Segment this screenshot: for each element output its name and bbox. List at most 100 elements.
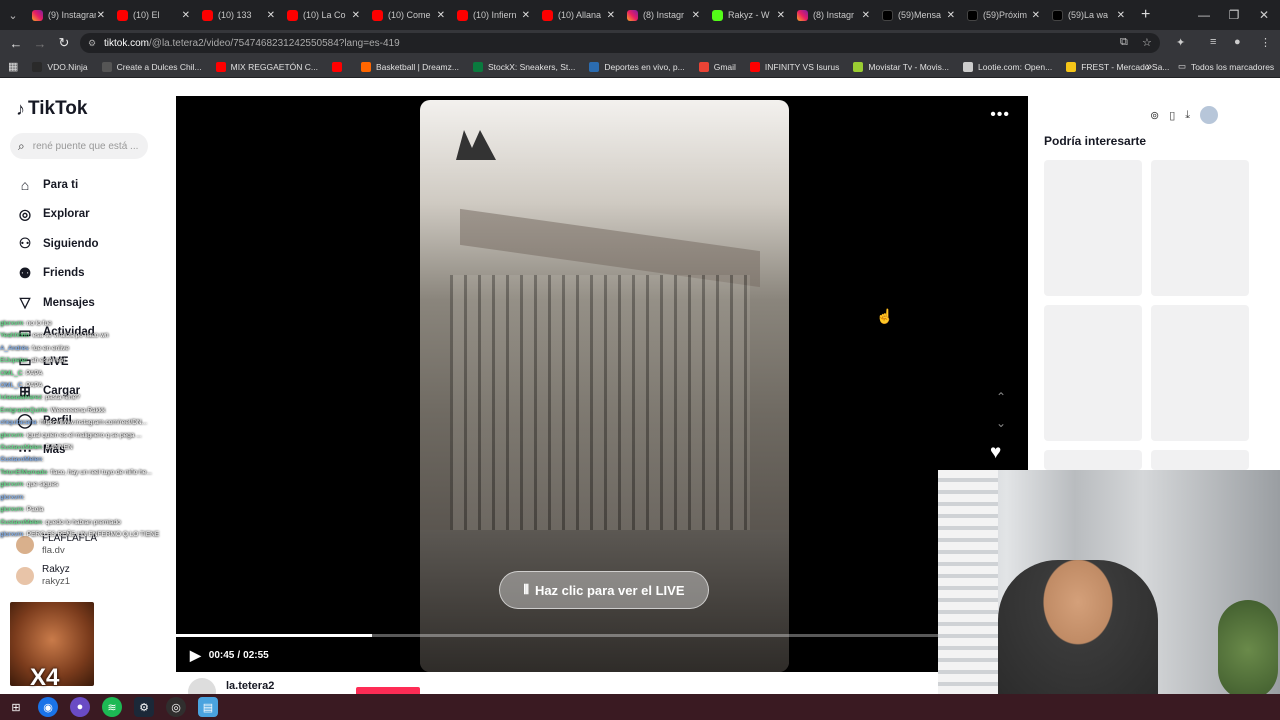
browser-tab-11[interactable]: (59)Próxim ✕ <box>961 0 1046 30</box>
tab-close-icon[interactable]: ✕ <box>437 10 445 21</box>
bookmark-item-5[interactable]: StockX: Sneakers, St... <box>472 61 575 72</box>
tab-close-icon[interactable]: ✕ <box>862 10 870 21</box>
sidebar-item-mensajes[interactable]: ▽ Mensajes <box>16 288 99 318</box>
following-account-1[interactable]: Rakyz rakyz1 <box>16 564 70 587</box>
browser-tab-12[interactable]: (59)La wa ✕ <box>1046 0 1131 30</box>
recommend-card[interactable] <box>1044 450 1142 470</box>
browser-tab-10[interactable]: (59)Mensa ✕ <box>876 0 961 30</box>
media-icon[interactable]: ≡ <box>1210 36 1216 48</box>
sidebar-item-explorar[interactable]: ◎ Explorar <box>16 200 99 230</box>
sidebar-item-para-ti[interactable]: ⌂ Para ti <box>16 170 99 200</box>
bookmark-item-0[interactable]: VDO.Ninja <box>32 61 88 72</box>
author-name[interactable]: la.tetera2 <box>226 680 274 692</box>
youtube-favicon-icon <box>542 9 553 21</box>
sidebar-item-siguiendo[interactable]: ⚇ Siguiendo <box>16 229 99 259</box>
browser-tab-6[interactable]: (10) Allana ✕ <box>536 0 621 30</box>
browser-tab-3[interactable]: (10) La Co ✕ <box>281 0 366 30</box>
recommend-card[interactable] <box>1151 305 1249 441</box>
tab-title: (10) Infiern <box>473 10 517 20</box>
reload-icon[interactable]: ↻ <box>52 35 76 51</box>
browser-tab-5[interactable]: (10) Infiern ✕ <box>451 0 536 30</box>
user-avatar[interactable] <box>1200 106 1219 124</box>
like-heart-icon[interactable]: ♥ <box>990 442 1001 464</box>
kebab-menu-icon[interactable]: ⋮ <box>1260 36 1271 49</box>
chrome-icon[interactable]: ◉ <box>38 697 58 717</box>
tab-close-icon[interactable]: ✕ <box>182 10 190 21</box>
sidebar-item-m-s[interactable]: ⋯ Más <box>16 436 99 466</box>
search-input[interactable]: ⌕ rené puente que está ... <box>10 133 148 159</box>
play-icon[interactable]: ▶ <box>190 647 201 664</box>
following-account-0[interactable]: FLAFLAFLA fla.dv <box>16 533 97 556</box>
app-icon[interactable]: ● <box>70 697 90 717</box>
bookmark-item-10[interactable]: Lootie.com: Open... <box>963 61 1052 72</box>
close-window-icon[interactable]: ✕ <box>1248 0 1280 30</box>
download-icon[interactable]: ⤓ <box>1185 109 1190 122</box>
notepad-icon[interactable]: ▤ <box>198 697 218 717</box>
new-tab-button[interactable]: + <box>1131 6 1160 24</box>
sidebar-item-cargar[interactable]: ⊞ Cargar <box>16 377 99 407</box>
extensions-icon[interactable]: ✦ <box>1176 36 1185 49</box>
tab-close-icon[interactable]: ✕ <box>97 10 105 21</box>
recommend-card[interactable] <box>1044 305 1142 441</box>
spotify-icon[interactable]: ≋ <box>102 697 122 717</box>
tab-close-icon[interactable]: ✕ <box>352 10 360 21</box>
site-info-icon[interactable]: ⚙ <box>88 38 96 49</box>
sidebar-item-actividad[interactable]: ▭ Actividad <box>16 318 99 348</box>
video-player[interactable]: ⫴ Haz clic para ver el LIVE ▶ 00:45/02:55… <box>176 96 1028 672</box>
forward-icon[interactable]: → <box>28 36 52 51</box>
profile-avatar-icon[interactable]: ● <box>1234 36 1241 48</box>
browser-tab-4[interactable]: (10) Come ✕ <box>366 0 451 30</box>
tab-close-icon[interactable]: ✕ <box>1117 10 1125 21</box>
browser-tab-2[interactable]: (10) 133 ✕ <box>196 0 281 30</box>
tab-close-icon[interactable]: ✕ <box>522 10 530 21</box>
minimize-icon[interactable]: — <box>1188 0 1220 30</box>
browser-tab-9[interactable]: (8) Instagr ✕ <box>791 0 876 30</box>
bookmark-item-1[interactable]: Create a Dulces Chil... <box>101 61 202 72</box>
video-frame[interactable]: ⫴ Haz clic para ver el LIVE <box>420 100 789 672</box>
tab-close-icon[interactable]: ✕ <box>1032 10 1040 21</box>
recommend-card[interactable] <box>1151 450 1249 470</box>
bookmark-item-11[interactable]: FREST - Mercado Sa... <box>1066 61 1169 72</box>
tab-close-icon[interactable]: ✕ <box>607 10 615 21</box>
back-icon[interactable]: ← <box>4 36 28 51</box>
bookmark-item-4[interactable]: Basketball | Dreamz... <box>360 61 459 72</box>
steam-icon[interactable]: ⚙ <box>134 697 154 717</box>
previous-video-icon[interactable]: ⌃ <box>996 390 1006 404</box>
tab-close-icon[interactable]: ✕ <box>777 10 785 21</box>
all-bookmarks-folder[interactable]: ▭ Todos los marcadores <box>1178 61 1274 72</box>
device-icon[interactable]: ▯ <box>1169 109 1175 122</box>
sidebar-item-perfil[interactable]: ◯ Perfil <box>16 406 99 436</box>
bookmark-item-2[interactable]: MIX REGGAETÓN C... <box>215 61 318 72</box>
tiktok-logo[interactable]: ♪ TikTok <box>16 98 87 120</box>
browser-tab-8[interactable]: Rakyz - W ✕ <box>706 0 791 30</box>
cast-icon[interactable]: ⧉ <box>1120 36 1128 49</box>
sidebar-item-friends[interactable]: ⚉ Friends <box>16 259 99 289</box>
more-bookmarks-icon[interactable]: » <box>1146 61 1152 73</box>
watch-live-button[interactable]: ⫴ Haz clic para ver el LIVE <box>499 571 709 609</box>
windows-start-icon[interactable]: ⊞ <box>6 697 26 717</box>
browser-tab-7[interactable]: (8) Instagr ✕ <box>621 0 706 30</box>
recommend-card[interactable] <box>1044 160 1142 296</box>
recommend-card[interactable] <box>1151 160 1249 296</box>
obs-icon[interactable]: ◎ <box>166 697 186 717</box>
tab-search-chevron-icon[interactable]: ⌄ <box>0 9 26 22</box>
restore-icon[interactable]: ❐ <box>1218 0 1250 30</box>
bookmark-item-7[interactable]: Gmail <box>698 61 736 72</box>
bookmark-item-8[interactable]: INFINITY VS Isurus <box>749 61 839 72</box>
bookmark-item-6[interactable]: Deportes en vivo, p... <box>589 61 685 72</box>
next-video-icon[interactable]: ⌄ <box>996 416 1006 430</box>
bookmark-item-9[interactable]: Movistar Tv - Movis... <box>853 61 949 72</box>
url-bar[interactable]: ⚙ tiktok.com/@la.tetera2/video/754746823… <box>80 33 1160 53</box>
browser-tab-1[interactable]: (10) El ✕ <box>111 0 196 30</box>
more-options-icon[interactable]: ••• <box>990 106 1010 124</box>
browser-tab-0[interactable]: (9) Instagram✕ <box>26 0 111 30</box>
tab-close-icon[interactable]: ✕ <box>947 10 955 21</box>
bookmark-item-3[interactable] <box>331 61 347 72</box>
video-progress-bar[interactable] <box>176 634 938 637</box>
tab-close-icon[interactable]: ✕ <box>692 10 700 21</box>
tab-close-icon[interactable]: ✕ <box>267 10 275 21</box>
bookmark-star-icon[interactable]: ☆ <box>1142 36 1152 49</box>
sidebar-item-live[interactable]: ▭ LIVE <box>16 347 99 377</box>
coins-icon[interactable]: ⊚ <box>1150 109 1159 122</box>
apps-grid-icon[interactable]: ▦ <box>8 60 18 73</box>
